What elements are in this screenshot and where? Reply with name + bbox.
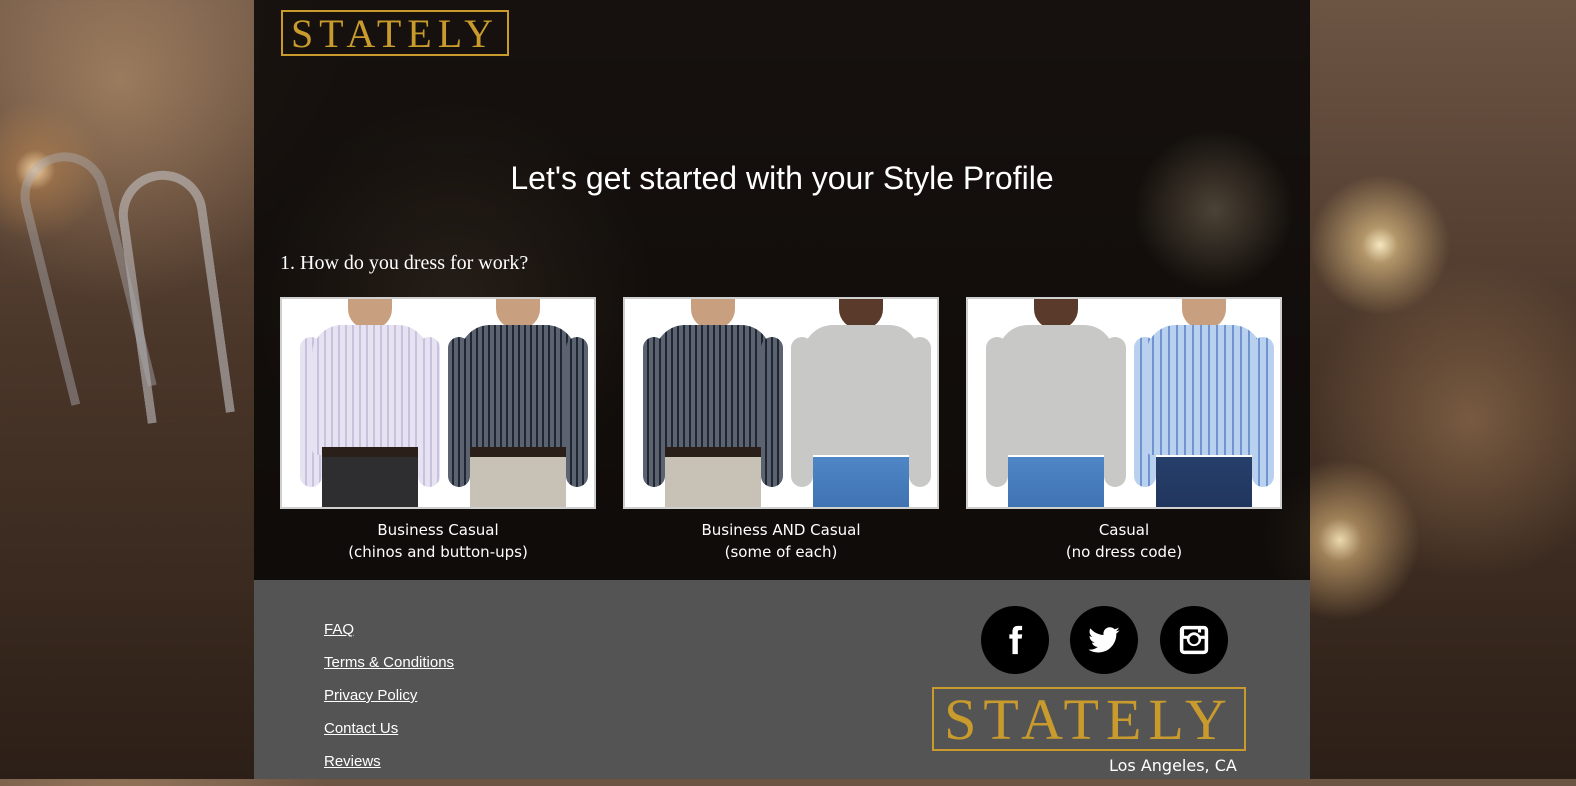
facebook-icon xyxy=(1009,625,1023,655)
option-caption: Casual (no dress code) xyxy=(1065,521,1183,561)
twitter-icon xyxy=(1088,627,1120,653)
page-title: Let's get started with your Style Profil… xyxy=(510,160,1054,196)
site-logo[interactable]: STATELY xyxy=(281,10,509,56)
footer-logo[interactable]: STATELY xyxy=(932,686,1246,752)
footer-link-faq[interactable]: FAQ xyxy=(324,621,454,640)
option-business-and-casual[interactable]: Business AND Casual (some of each) xyxy=(623,297,939,563)
question-text: 1. How do you dress for work? xyxy=(280,252,529,274)
footer-link-contact[interactable]: Contact Us xyxy=(324,720,454,739)
option-image xyxy=(280,297,596,509)
instagram-button[interactable] xyxy=(1160,606,1228,674)
logo-text: STATELY xyxy=(290,10,500,56)
option-business-casual[interactable]: Business Casual (chinos and button-ups) xyxy=(280,297,596,563)
option-caption: Business AND Casual (some of each) xyxy=(701,521,861,561)
option-image xyxy=(966,297,1282,509)
location-text: Los Angeles, CA xyxy=(1109,756,1237,775)
footer-links: FAQ Terms & Conditions Privacy Policy Co… xyxy=(324,621,454,786)
facebook-button[interactable] xyxy=(981,606,1049,674)
logo-text: STATELY xyxy=(944,686,1234,752)
footer-link-reviews[interactable]: Reviews xyxy=(324,753,454,772)
option-casual[interactable]: Casual (no dress code) xyxy=(966,297,1282,563)
option-image xyxy=(623,297,939,509)
twitter-button[interactable] xyxy=(1070,606,1138,674)
instagram-icon xyxy=(1179,625,1209,655)
footer-link-privacy[interactable]: Privacy Policy xyxy=(324,687,454,706)
footer-link-terms[interactable]: Terms & Conditions xyxy=(324,654,454,673)
option-caption: Business Casual (chinos and button-ups) xyxy=(348,521,528,561)
site-footer: FAQ Terms & Conditions Privacy Policy Co… xyxy=(254,580,1310,779)
